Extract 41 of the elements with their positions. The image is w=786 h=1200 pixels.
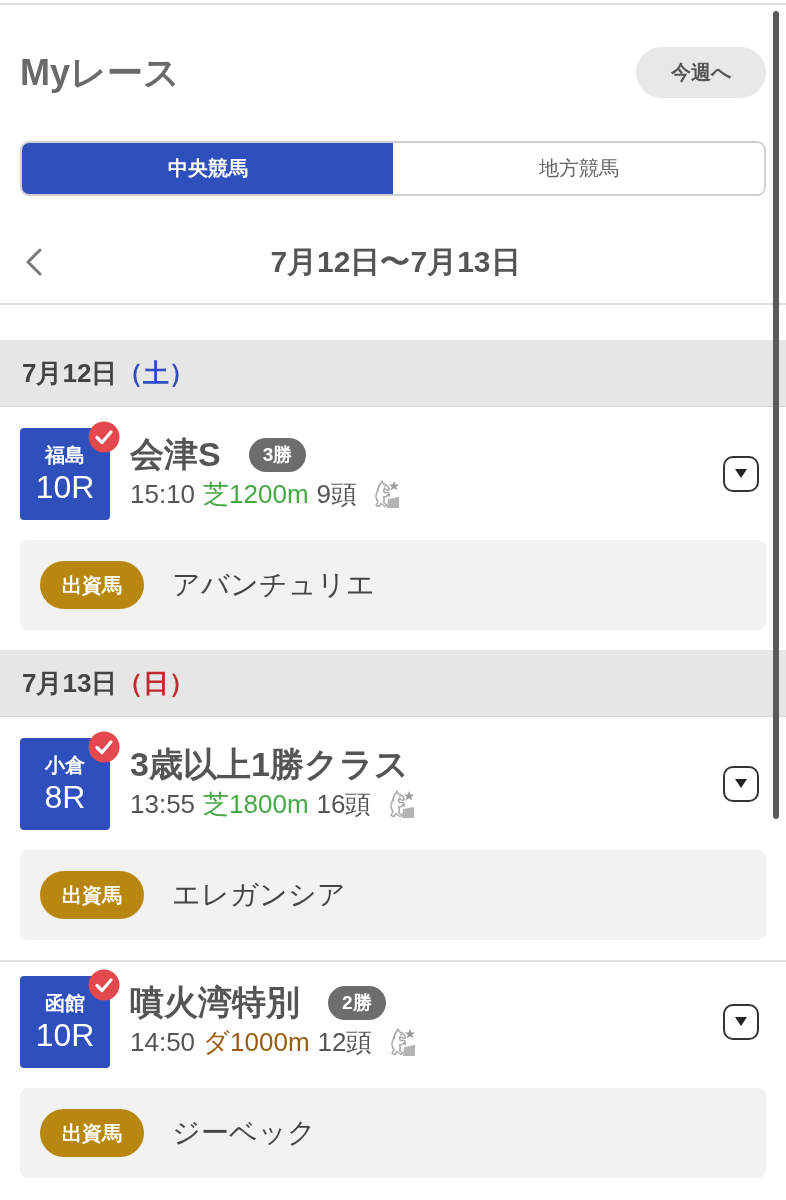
dropdown-icon[interactable] <box>723 1004 759 1040</box>
dropdown-icon[interactable] <box>723 766 759 802</box>
dropdown-icon[interactable] <box>723 456 759 492</box>
horse-name: ジーベック <box>172 1116 316 1150</box>
post-time: 15:10 <box>130 478 196 510</box>
page-title: Myレース <box>20 51 180 95</box>
day-date: 7月13日 <box>22 666 118 700</box>
owned-horse-tag: 出資馬 <box>40 1109 144 1157</box>
grade-badge: 3勝 <box>248 438 307 472</box>
this-week-button[interactable]: 今週へ <box>636 47 766 98</box>
venue-name: 函館 <box>45 991 85 1016</box>
race-name: 会津S <box>130 434 221 475</box>
runner-count: 12頭 <box>317 1025 373 1059</box>
course-distance: ダ1000m <box>203 1025 310 1059</box>
horse-name: アバンチュリエ <box>172 568 375 602</box>
post-time: 13:55 <box>130 788 196 820</box>
back-chevron-icon[interactable] <box>25 248 43 276</box>
day-date: 7月12日 <box>22 356 118 390</box>
runner-count: 9頭 <box>316 477 358 511</box>
course-distance: 芝1800m <box>203 787 309 821</box>
race-number: 8R <box>44 778 86 816</box>
race-name: 3歳以上1勝クラス <box>130 744 409 785</box>
horse-card[interactable]: 出資馬 アバンチュリエ <box>20 540 766 630</box>
date-range: 7月12日〜7月13日 <box>270 244 521 280</box>
race-number: 10R <box>35 1016 95 1054</box>
weekday: （日） <box>117 666 196 700</box>
grade-badge: 2勝 <box>328 986 386 1020</box>
weekday: （土） <box>117 356 196 390</box>
horse-card[interactable]: 出資馬 ジーベック <box>20 1088 766 1178</box>
runner-count: 16頭 <box>316 787 372 821</box>
race-number: 10R <box>35 468 95 506</box>
owned-horse-tag: 出資馬 <box>40 871 144 919</box>
horse-card[interactable]: 出資馬 エレガンシア <box>20 850 766 940</box>
horse-name: エレガンシア <box>172 878 346 912</box>
course-distance: 芝1200m <box>203 477 309 511</box>
post-time: 14:50 <box>130 1026 196 1058</box>
venue-name: 小倉 <box>45 753 85 778</box>
league-tab[interactable]: 中央競馬 <box>22 143 393 194</box>
race-name: 噴火湾特別 <box>130 982 300 1023</box>
owned-horse-tag: 出資馬 <box>40 561 144 609</box>
venue-name: 福島 <box>45 443 85 468</box>
